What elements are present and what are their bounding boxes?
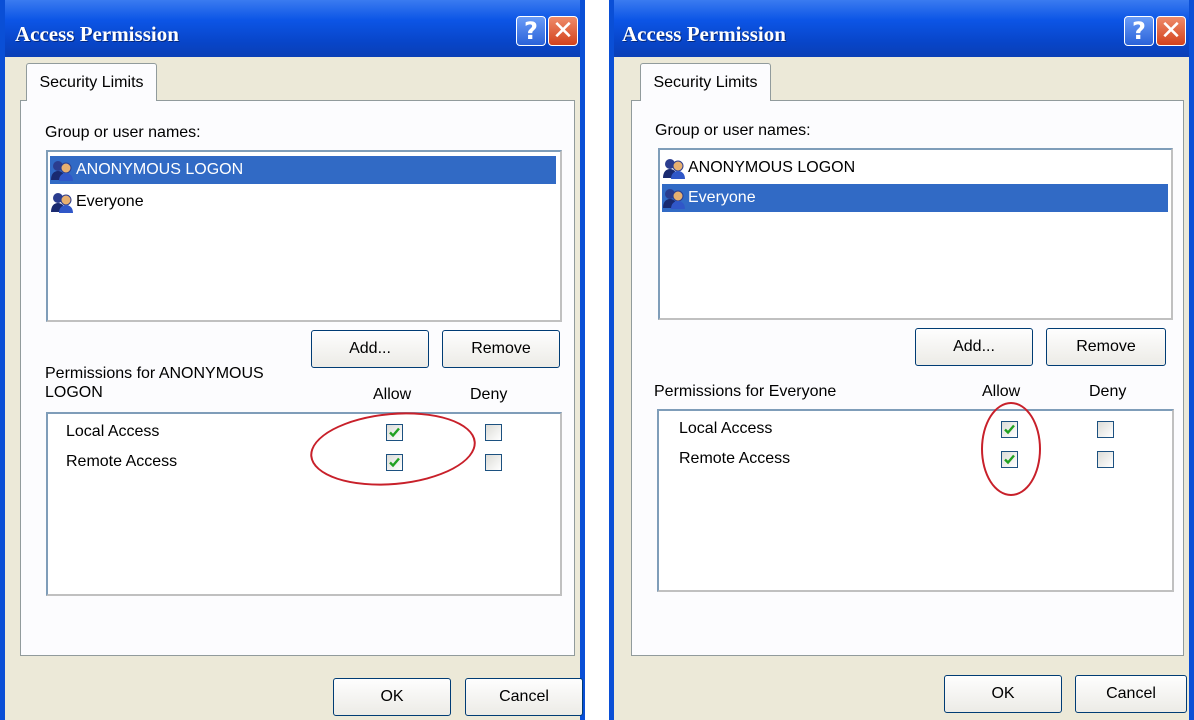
list-item-anonymous-logon[interactable]: ANONYMOUS LOGON [662, 154, 855, 182]
local-access-allow-checkbox[interactable] [386, 424, 403, 441]
user-name: ANONYMOUS LOGON [76, 161, 244, 178]
group-or-user-names-label: Group or user names: [45, 124, 201, 141]
add-button[interactable]: Add... [915, 328, 1033, 366]
permissions-list: Local Access Remote Access [657, 409, 1174, 592]
users-icon [663, 189, 685, 209]
user-list[interactable]: ANONYMOUS LOGON Everyone [46, 150, 562, 322]
permissions-list: Local Access Remote Access [46, 412, 562, 596]
users-icon [663, 159, 685, 179]
checkmark-icon [389, 457, 400, 468]
permissions-label-cont: LOGON [45, 384, 103, 401]
local-access-allow-checkbox[interactable] [1001, 421, 1018, 438]
group-or-user-names-label: Group or user names: [655, 122, 811, 139]
remote-access-deny-checkbox[interactable] [485, 454, 502, 471]
dialog-title: Access Permission [15, 22, 179, 46]
add-button[interactable]: Add... [311, 330, 429, 368]
access-permission-dialog-left: Access Permission ? ✕ Security Limits Gr… [0, 0, 585, 720]
checkmark-icon [1004, 454, 1015, 465]
checkmark-icon [1004, 424, 1015, 435]
cancel-button[interactable]: Cancel [465, 678, 583, 716]
ok-button[interactable]: OK [944, 675, 1062, 713]
remote-access-allow-checkbox[interactable] [1001, 451, 1018, 468]
tab-security-limits[interactable]: Security Limits [640, 63, 771, 101]
remote-access-deny-checkbox[interactable] [1097, 451, 1114, 468]
deny-header: Deny [470, 386, 508, 403]
permission-local-access: Local Access [679, 420, 773, 437]
allow-header: Allow [373, 386, 412, 403]
local-access-deny-checkbox[interactable] [1097, 421, 1114, 438]
permissions-label: Permissions for Everyone [654, 383, 837, 400]
close-icon[interactable]: ✕ [548, 16, 578, 46]
dialog-title: Access Permission [622, 22, 786, 46]
user-name: Everyone [76, 193, 144, 210]
local-access-deny-checkbox[interactable] [485, 424, 502, 441]
title-bar: Access Permission ? ✕ [5, 0, 580, 57]
permission-remote-access: Remote Access [66, 453, 178, 470]
remote-access-allow-checkbox[interactable] [386, 454, 403, 471]
access-permission-dialog-right: Access Permission ? ✕ Security Limits Gr… [609, 0, 1194, 720]
help-icon[interactable]: ? [516, 16, 546, 46]
close-icon[interactable]: ✕ [1156, 16, 1186, 46]
tab-security-limits[interactable]: Security Limits [26, 63, 157, 101]
ok-button[interactable]: OK [333, 678, 451, 716]
user-name: Everyone [688, 189, 756, 206]
remove-button[interactable]: Remove [1046, 328, 1166, 366]
list-item-everyone[interactable]: Everyone [50, 188, 144, 216]
list-item-everyone[interactable]: Everyone [662, 184, 1168, 212]
users-icon [51, 193, 73, 213]
help-icon[interactable]: ? [1124, 16, 1154, 46]
user-name: ANONYMOUS LOGON [688, 159, 856, 176]
remove-button[interactable]: Remove [442, 330, 560, 368]
deny-header: Deny [1089, 383, 1127, 400]
list-item-anonymous-logon[interactable]: ANONYMOUS LOGON [50, 156, 556, 184]
user-list[interactable]: ANONYMOUS LOGON Everyone [658, 148, 1173, 320]
permission-remote-access: Remote Access [679, 450, 791, 467]
cancel-button[interactable]: Cancel [1075, 675, 1187, 713]
users-icon [51, 161, 73, 181]
permissions-label: Permissions for ANONYMOUS [45, 365, 264, 382]
allow-header: Allow [982, 383, 1021, 400]
title-bar: Access Permission ? ✕ [614, 0, 1189, 57]
checkmark-icon [389, 427, 400, 438]
permission-local-access: Local Access [66, 423, 160, 440]
